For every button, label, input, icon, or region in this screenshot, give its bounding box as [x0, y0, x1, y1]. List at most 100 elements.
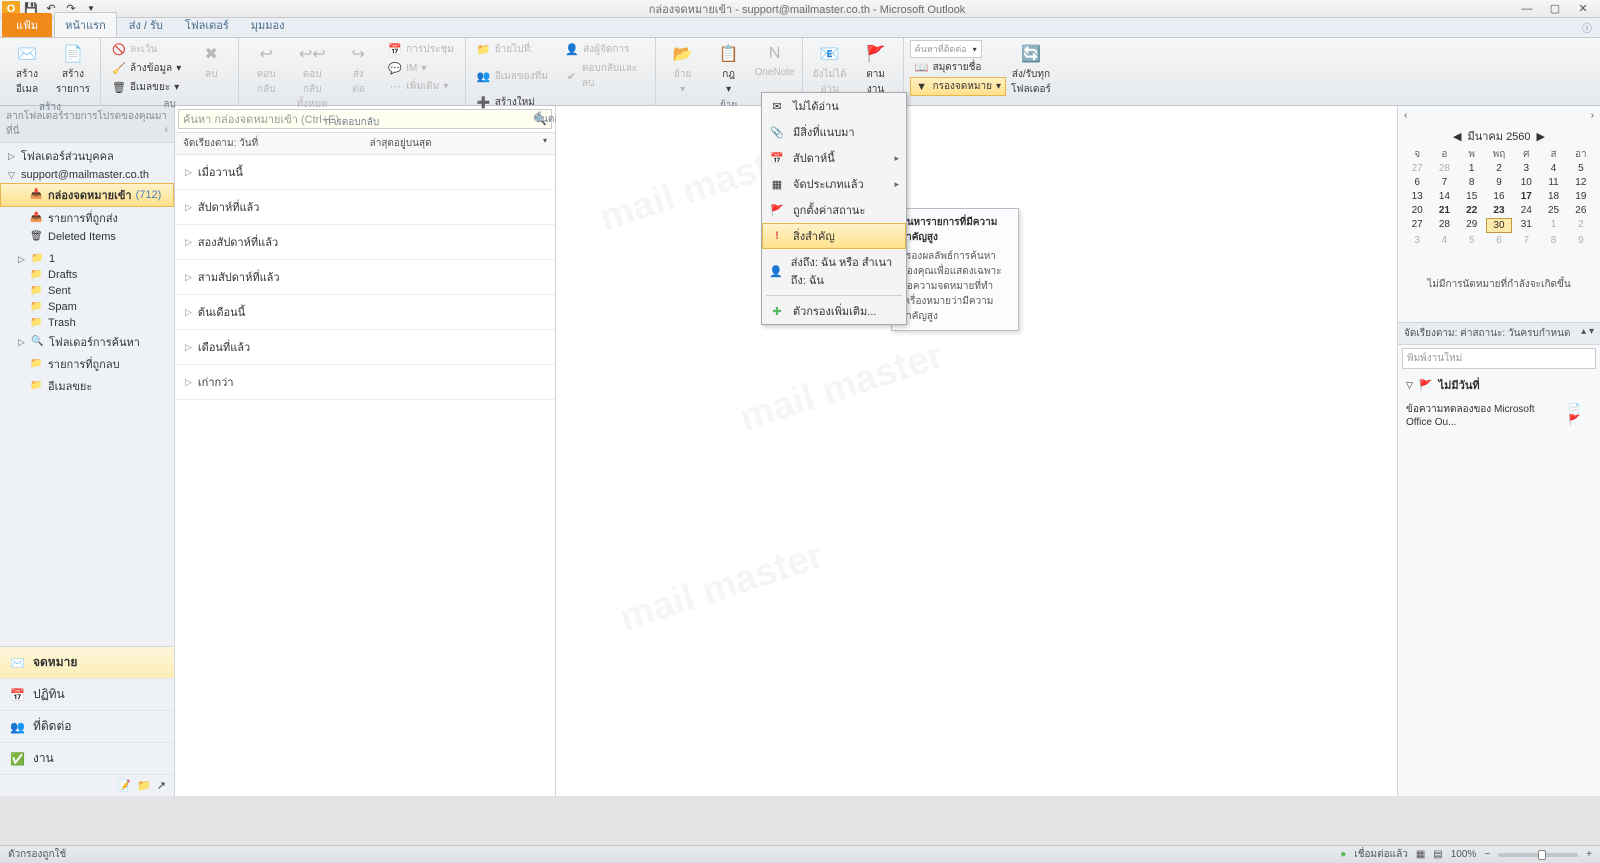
nav-mail[interactable]: ✉️จดหมาย [0, 647, 174, 679]
nav-tasks[interactable]: ✅งาน [0, 743, 174, 775]
filter-unread[interactable]: ✉ไม่ได้อ่าน [762, 93, 906, 119]
next-month-icon[interactable]: ▶ [1537, 130, 1545, 143]
sendreceive-all-button[interactable]: 🔄ส่ง/รับทุก โฟลเดอร์ [1010, 40, 1052, 100]
calendar-day[interactable]: 28 [1431, 162, 1457, 175]
tree-outbox[interactable]: 📤รายการที่ถูกส่ง [0, 207, 174, 229]
view-reading-icon[interactable]: ▤ [1433, 849, 1442, 860]
calendar-day[interactable]: 7 [1513, 234, 1539, 247]
prev-month-icon[interactable]: ◀ [1453, 130, 1461, 143]
rules-button[interactable]: 📋กฎ ▾ [708, 40, 750, 98]
filter-categorized[interactable]: ▦จัดประเภทแล้ว▸ [762, 171, 906, 197]
calendar-day[interactable]: 25 [1540, 204, 1566, 217]
filter-email-button[interactable]: ▼กรองจดหมาย ▾ [910, 77, 1006, 96]
calendar-day[interactable]: 10 [1513, 176, 1539, 189]
reply-all-button[interactable]: ↩↩ตอบกลับ ทั้งหมด [291, 40, 333, 115]
filter-attachment[interactable]: 📎มีสิ่งที่แนบมา [762, 119, 906, 145]
task-item[interactable]: ข้อความทดลองของ Microsoft Office Ou...📄 … [1398, 398, 1600, 432]
minimize-button[interactable]: — [1514, 1, 1540, 17]
zoom-in-icon[interactable]: + [1586, 849, 1592, 860]
calendar-day[interactable]: 11 [1540, 176, 1566, 189]
move-button[interactable]: 📂ย้าย ▾ [662, 40, 704, 98]
folder-shortcut-icon[interactable]: 📁 [137, 779, 151, 792]
date-group[interactable]: ▷เก่ากว่า [175, 365, 555, 400]
filter-more[interactable]: ✚ตัวกรองเพิ่มเติม... [762, 298, 906, 324]
onenote-button[interactable]: NOneNote [754, 40, 796, 81]
im-button[interactable]: 💬IM ▾ [383, 59, 459, 77]
calendar-day[interactable]: 6 [1404, 176, 1430, 189]
addressbook-button[interactable]: 📖สมุดรายชื่อ [910, 58, 1006, 77]
calendar-day[interactable]: 1 [1459, 162, 1485, 175]
calendar-day[interactable]: 9 [1568, 234, 1594, 247]
calendar-day[interactable]: 31 [1513, 218, 1539, 233]
tree-junk[interactable]: 📁อีเมลขยะ [0, 375, 174, 397]
calendar-day[interactable]: 12 [1568, 176, 1594, 189]
calendar-day[interactable]: 13 [1404, 190, 1430, 203]
calendar-grid[interactable]: 2728123456789101112131415161718192021222… [1398, 162, 1600, 247]
tree-folder1[interactable]: ▷📁1 [0, 251, 174, 267]
calendar-day[interactable]: 8 [1540, 234, 1566, 247]
junk-button[interactable]: 🗑อีเมลขยะ ▾ [107, 78, 186, 97]
tree-deleted2[interactable]: 📁รายการที่ถูกลบ [0, 353, 174, 375]
tab-sendreceive[interactable]: ส่ง / รับ [119, 13, 173, 37]
calendar-day[interactable]: 3 [1513, 162, 1539, 175]
new-items-button[interactable]: 📄สร้าง รายการ [52, 40, 94, 100]
reply-button[interactable]: ↩ตอบ กลับ [245, 40, 287, 100]
tree-trash[interactable]: 📁Trash [0, 315, 174, 331]
tree-sent[interactable]: 📁Sent [0, 283, 174, 299]
tree-account[interactable]: ▽support@mailmaster.co.th [0, 167, 174, 183]
tab-home[interactable]: หน้าแรก [54, 12, 117, 37]
calendar-day[interactable]: 17 [1513, 190, 1539, 203]
calendar-day[interactable]: 8 [1459, 176, 1485, 189]
task-arrange-header[interactable]: จัดเรียงตาม: ค่าสถานะ: วันครบกำหนด▴ ▾ [1398, 322, 1600, 345]
meeting-button[interactable]: 📅การประชุม [383, 40, 459, 59]
filter-important[interactable]: !สิ่งสำคัญ [762, 223, 906, 249]
more-respond-button[interactable]: ⋯เพิ่มเติม ▾ [383, 77, 459, 96]
task-group-nodate[interactable]: ▽🚩ไม่มีวันที่ [1398, 372, 1600, 398]
calendar-day[interactable]: 26 [1568, 204, 1594, 217]
tab-file[interactable]: แฟ้ม [2, 13, 52, 37]
calendar-day[interactable]: 29 [1459, 218, 1485, 233]
calendar-day[interactable]: 27 [1404, 162, 1430, 175]
shortcuts-icon[interactable]: ↗ [157, 779, 166, 792]
date-group[interactable]: ▷เมื่อวานนี้ [175, 155, 555, 190]
calendar-day[interactable]: 2 [1486, 162, 1512, 175]
tree-search-folders[interactable]: ▷🔍โฟลเดอร์การค้นหา [0, 331, 174, 353]
quickstep-new[interactable]: ➕สร้างใหม่ [472, 93, 565, 112]
zoom-slider[interactable] [1498, 853, 1578, 857]
tree-spam[interactable]: 📁Spam [0, 299, 174, 315]
tab-view[interactable]: มุมมอง [241, 13, 295, 37]
nav-calendar[interactable]: 📅ปฏิทิน [0, 679, 174, 711]
date-group[interactable]: ▷สามสัปดาห์ที่แล้ว [175, 260, 555, 295]
tree-drafts[interactable]: 📁Drafts [0, 267, 174, 283]
calendar-day[interactable]: 19 [1568, 190, 1594, 203]
calendar-day[interactable]: 14 [1431, 190, 1457, 203]
calendar-day[interactable]: 28 [1431, 218, 1457, 233]
quickstep-manager[interactable]: 👤ส่งผู้จัดการ [560, 40, 648, 59]
maximize-button[interactable]: ▢ [1542, 1, 1568, 17]
calendar-day[interactable]: 4 [1431, 234, 1457, 247]
calendar-day[interactable]: 22 [1459, 204, 1485, 217]
calendar-day[interactable]: 6 [1486, 234, 1512, 247]
calendar-day[interactable]: 21 [1431, 204, 1457, 217]
date-group[interactable]: ▷ต้นเดือนนี้ [175, 295, 555, 330]
view-normal-icon[interactable]: ▦ [1416, 849, 1425, 860]
cleanup-button[interactable]: 🧹ล้างข้อมูล ▾ [107, 59, 186, 78]
date-group[interactable]: ▷สัปดาห์ที่แล้ว [175, 190, 555, 225]
calendar-day[interactable]: 7 [1431, 176, 1457, 189]
todo-close-icon[interactable]: › [1591, 110, 1594, 121]
filter-sentto[interactable]: 👤ส่งถึง: ฉัน หรือ สำเนาถึง: ฉัน [762, 249, 906, 293]
calendar-day[interactable]: 15 [1459, 190, 1485, 203]
delete-button[interactable]: ✖ลบ [190, 40, 232, 85]
sort-header[interactable]: จัดเรียงตาม: วันที่ ล่าสุดอยู่บนสุด ▾ [175, 133, 555, 155]
calendar-day[interactable]: 3 [1404, 234, 1430, 247]
calendar-day[interactable]: 5 [1459, 234, 1485, 247]
ignore-button[interactable]: 🚫ละเว้น [107, 40, 186, 59]
calendar-day[interactable]: 9 [1486, 176, 1512, 189]
tree-personal-folders[interactable]: ▷โฟลเดอร์ส่วนบุคคล [0, 145, 174, 167]
calendar-day[interactable]: 27 [1404, 218, 1430, 233]
close-button[interactable]: ✕ [1570, 1, 1596, 17]
new-email-button[interactable]: ✉️สร้าง อีเมล [6, 40, 48, 100]
new-task-input[interactable]: พิมพ์งานใหม่ [1402, 348, 1596, 369]
filter-flagged[interactable]: 🚩ถูกตั้งค่าสถานะ [762, 197, 906, 223]
quickstep-team[interactable]: 👥อีเมลของทีม [472, 59, 560, 93]
